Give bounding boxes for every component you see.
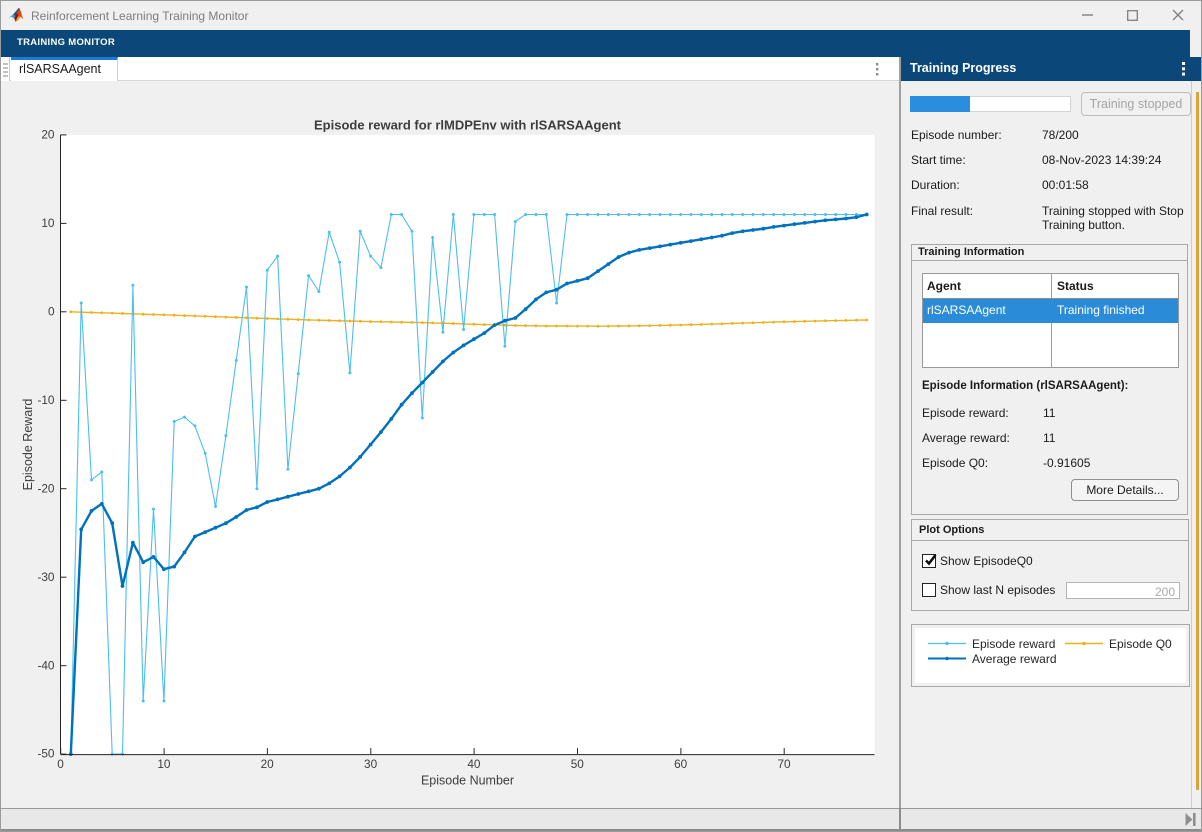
svg-text:0: 0: [57, 757, 64, 771]
svg-text:70: 70: [777, 757, 791, 771]
svg-text:Episode Reward: Episode Reward: [21, 399, 35, 491]
svg-text:Episode reward for rlMDPEnv wi: Episode reward for rlMDPEnv with rlSARSA…: [314, 118, 622, 133]
svg-text:10: 10: [41, 216, 55, 230]
svg-text:Episode Number: Episode Number: [421, 774, 514, 788]
svg-text:60: 60: [674, 757, 688, 771]
svg-text:50: 50: [571, 757, 585, 771]
svg-text:-40: -40: [37, 658, 54, 672]
svg-text:20: 20: [261, 757, 275, 771]
svg-text:40: 40: [467, 757, 481, 771]
svg-text:30: 30: [364, 757, 378, 771]
svg-text:20: 20: [41, 128, 55, 142]
svg-text:-20: -20: [37, 481, 54, 495]
svg-text:-50: -50: [37, 747, 54, 761]
svg-text:-30: -30: [37, 570, 54, 584]
svg-text:10: 10: [157, 757, 171, 771]
svg-text:0: 0: [48, 304, 55, 318]
svg-text:-10: -10: [37, 393, 54, 407]
